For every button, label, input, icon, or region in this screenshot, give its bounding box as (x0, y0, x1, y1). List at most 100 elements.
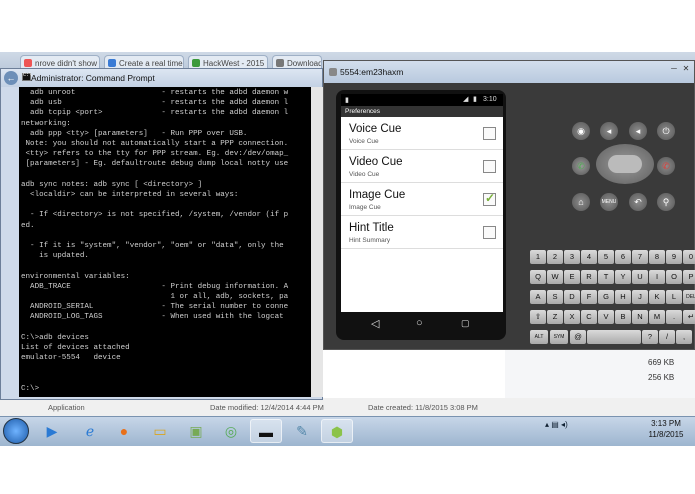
keyboard-key[interactable]: G (598, 290, 614, 304)
keyboard-key[interactable]: ALT (530, 330, 548, 344)
android-emulator-taskbar-icon[interactable]: ⬢ (321, 419, 353, 443)
keyboard-key[interactable]: L (666, 290, 682, 304)
pref-summary: Voice Cue (349, 138, 379, 145)
keyboard-key[interactable]: M (649, 310, 665, 324)
menu-button[interactable]: MENU (600, 193, 618, 211)
home-nav-icon[interactable]: ○ (416, 317, 423, 329)
keyboard-key[interactable]: Q (530, 270, 546, 284)
keyboard-key[interactable]: 0 (683, 250, 695, 264)
keyboard-key[interactable]: 1 (530, 250, 546, 264)
keyboard-key[interactable]: D (564, 290, 580, 304)
keyboard-key[interactable]: J (632, 290, 648, 304)
keyboard-key[interactable]: U (632, 270, 648, 284)
browser-tab-label: Download (287, 59, 322, 68)
keyboard-key[interactable]: 7 (632, 250, 648, 264)
keyboard-key[interactable]: P (683, 270, 695, 284)
keyboard-key[interactable]: / (659, 330, 675, 344)
android-screen[interactable]: Preferences Voice Cue Voice Cue Video Cu… (341, 106, 503, 312)
volume-down-icon[interactable]: ◂ (600, 122, 618, 140)
internet-explorer-icon[interactable]: ℯ (74, 419, 106, 443)
pref-item[interactable]: Video Cue Video Cue (341, 150, 503, 183)
keyboard-key[interactable]: A (530, 290, 546, 304)
power-icon[interactable]: ⏻ (657, 122, 675, 140)
keyboard-key[interactable]: ⇧ (530, 310, 546, 324)
keyboard-key[interactable]: DEL (683, 290, 695, 304)
pref-checkbox[interactable] (483, 160, 496, 173)
keyboard-key[interactable]: T (598, 270, 614, 284)
firefox-icon[interactable]: ● (108, 419, 140, 443)
space-key[interactable] (587, 330, 641, 344)
keyboard-key[interactable]: 5 (598, 250, 614, 264)
pref-summary: Hint Summary (349, 237, 391, 244)
console-output[interactable]: adb unroot - restarts the adbd daemon w … (19, 87, 321, 397)
media-icon[interactable]: ▶ (36, 419, 68, 443)
keyboard-key[interactable]: @ (570, 330, 586, 344)
keyboard-key[interactable]: O (666, 270, 682, 284)
command-prompt-taskbar-icon[interactable]: ▬ (250, 419, 282, 443)
keyboard-key[interactable]: 8 (649, 250, 665, 264)
archive-icon[interactable]: ▣ (180, 419, 212, 443)
cmd-scrollbar[interactable] (311, 87, 323, 397)
volume-icon[interactable]: ◂) (561, 420, 568, 429)
keyboard-key[interactable]: 9 (666, 250, 682, 264)
keyboard-key[interactable]: X (564, 310, 580, 324)
back-arrow-icon[interactable]: ← (4, 71, 18, 85)
pref-checkbox[interactable] (483, 191, 496, 206)
keyboard-key[interactable]: N (632, 310, 648, 324)
volume-up-icon[interactable]: ◂ (629, 122, 647, 140)
keyboard-key[interactable]: C (581, 310, 597, 324)
keyboard-key[interactable]: F (581, 290, 597, 304)
pref-item[interactable]: Hint Title Hint Summary (341, 216, 503, 249)
keyboard-key[interactable]: ↵ (683, 310, 695, 324)
clock-time: 3:13 PM (651, 419, 681, 428)
keyboard-key[interactable]: I (649, 270, 665, 284)
recents-nav-icon[interactable]: ▢ (461, 318, 470, 329)
folder-icon[interactable]: ▭ (144, 419, 176, 443)
keyboard-key[interactable]: S (547, 290, 563, 304)
paint-icon[interactable]: ✎ (286, 419, 318, 443)
details-date-modified: Date modified: 12/4/2014 4:44 PM (210, 403, 324, 412)
search-icon[interactable]: ⚲ (657, 193, 675, 211)
home-icon[interactable]: ⌂ (572, 193, 590, 211)
back-nav-icon[interactable]: ◁ (371, 317, 379, 330)
keyboard-key[interactable]: 2 (547, 250, 563, 264)
keyboard-key[interactable]: E (564, 270, 580, 284)
dpad-center-button[interactable] (608, 155, 642, 173)
close-icon[interactable]: ✕ (680, 64, 692, 76)
command-prompt-window[interactable]: Administrator: Command Prompt ← adb unro… (0, 68, 323, 400)
keyboard-key[interactable]: 6 (615, 250, 631, 264)
start-button[interactable] (3, 418, 29, 444)
keyboard-key[interactable]: B (615, 310, 631, 324)
pref-item[interactable]: Image Cue Image Cue (341, 183, 503, 216)
explorer-details-pane: Application Date modified: 12/4/2014 4:4… (0, 398, 695, 416)
taskbar-clock[interactable]: 3:13 PM 11/8/2015 (640, 418, 692, 440)
keyboard-key[interactable]: 3 (564, 250, 580, 264)
keyboard-key[interactable]: V (598, 310, 614, 324)
cmd-app-icon (22, 72, 32, 81)
cmd-title-bar[interactable]: Administrator: Command Prompt (1, 69, 322, 87)
emulator-title-bar[interactable]: 5554:em23haxm ─ ✕ (324, 61, 694, 83)
keyboard-key[interactable]: H (615, 290, 631, 304)
system-tray[interactable]: ▴ ▤ ◂) (545, 420, 568, 429)
keyboard-key[interactable]: . (666, 310, 682, 324)
end-call-icon[interactable]: ✆ (657, 157, 675, 175)
keyboard-key[interactable]: K (649, 290, 665, 304)
keyboard-key[interactable]: R (581, 270, 597, 284)
keyboard-key[interactable]: 4 (581, 250, 597, 264)
pref-checkbox[interactable] (483, 127, 496, 140)
pref-checkbox[interactable] (483, 226, 496, 239)
keyboard-key[interactable]: W (547, 270, 563, 284)
pref-item[interactable]: Voice Cue Voice Cue (341, 117, 503, 150)
back-icon[interactable]: ↶ (629, 193, 647, 211)
keyboard-key[interactable]: , (676, 330, 692, 344)
call-icon[interactable]: ✆ (572, 157, 590, 175)
minimize-icon[interactable]: ─ (668, 64, 680, 76)
network-icon[interactable]: ▤ (551, 420, 559, 429)
keyboard-key[interactable]: SYM (550, 330, 568, 344)
camera-icon[interactable]: ◉ (572, 122, 590, 140)
android-studio-icon[interactable]: ◎ (215, 419, 247, 443)
keyboard-key[interactable]: Z (547, 310, 563, 324)
keyboard-key[interactable]: Y (615, 270, 631, 284)
tray-arrow-icon[interactable]: ▴ (545, 420, 549, 429)
keyboard-key[interactable]: ? (642, 330, 658, 344)
